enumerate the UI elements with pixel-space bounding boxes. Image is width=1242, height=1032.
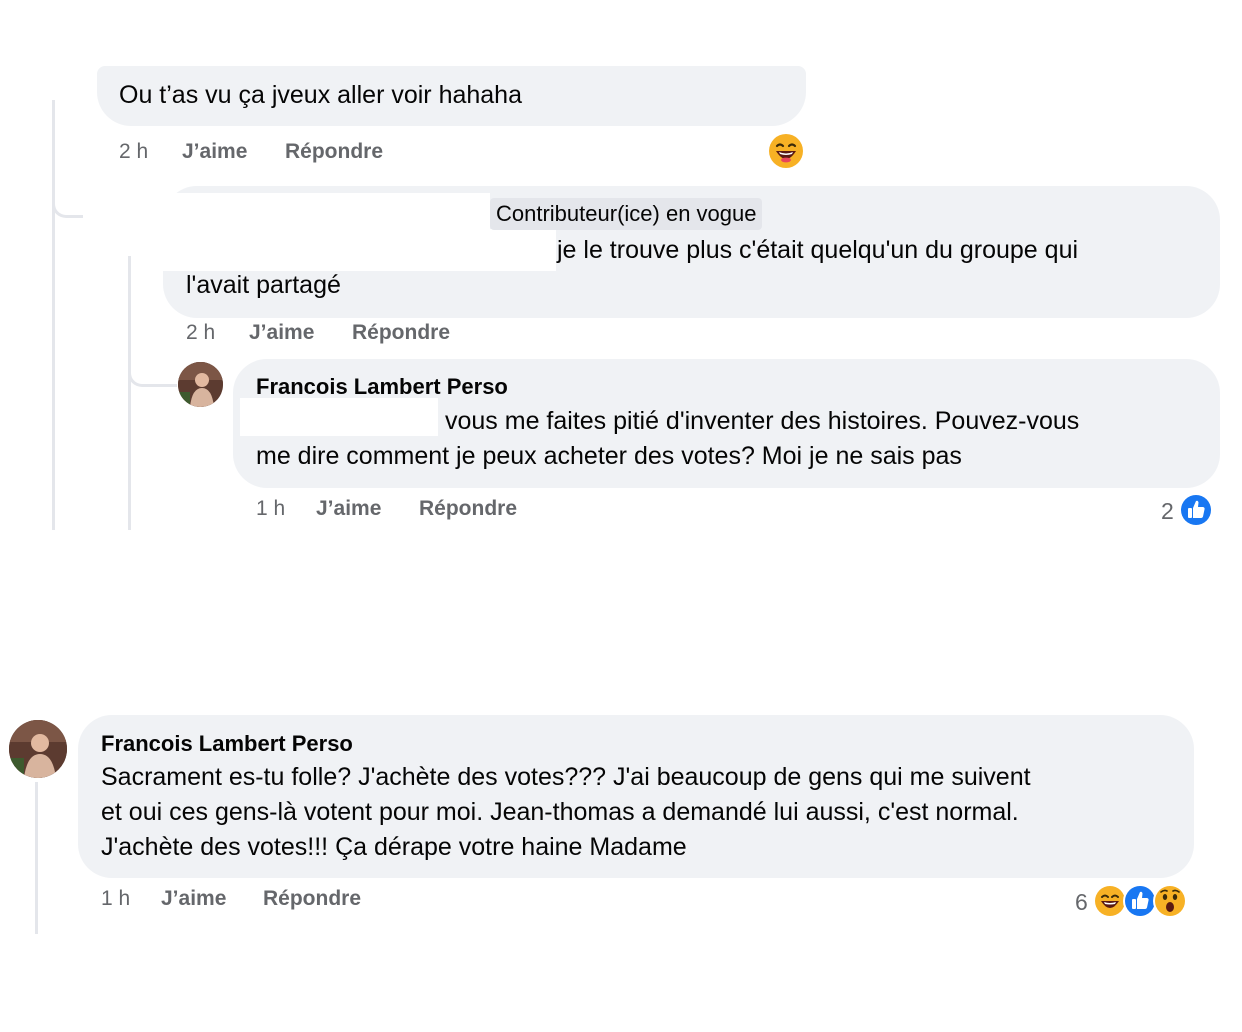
comment-time[interactable]: 1 h (101, 887, 130, 911)
avatar[interactable] (9, 720, 67, 778)
top-contributor-badge: Contributeur(ice) en vogue (490, 198, 763, 230)
comment-time[interactable]: 2 h (186, 321, 215, 345)
thread-line-outer (52, 100, 55, 530)
comment-text: Sacrament es-tu folle? J'achète des vote… (101, 763, 1031, 791)
comment-time[interactable]: 1 h (256, 497, 285, 521)
laugh-reaction-icon[interactable] (768, 133, 804, 169)
comment-text: et oui ces gens-là votent pour moi. Jean… (101, 798, 1019, 826)
comment-author[interactable]: Francois Lambert Perso (256, 374, 508, 400)
like-button[interactable]: J’aime (316, 497, 381, 521)
redacted-name (240, 398, 438, 436)
thread-elbow-outer (52, 175, 83, 218)
like-button[interactable]: J’aime (161, 887, 226, 911)
redacted-name (160, 229, 556, 271)
comment-text: J'achète des votes!!! Ça dérape votre ha… (101, 833, 687, 861)
reaction-count[interactable]: 2 (1161, 498, 1174, 525)
comment-author[interactable]: Francois Lambert Perso (101, 731, 353, 757)
avatar[interactable] (178, 362, 223, 407)
reply-button[interactable]: Répondre (352, 321, 450, 345)
comment-text: l'avait partagé (186, 271, 341, 299)
like-button[interactable]: J’aime (182, 140, 247, 164)
reply-button[interactable]: Répondre (419, 497, 517, 521)
wow-reaction-icon[interactable] (1152, 883, 1188, 919)
thread-elbow-inner (128, 350, 177, 387)
reply-button[interactable]: Répondre (285, 140, 383, 164)
comment-text: je le trouve plus c'était quelqu'un du g… (557, 236, 1079, 264)
reaction-count[interactable]: 6 (1075, 889, 1088, 916)
like-reaction-icon[interactable] (1178, 492, 1214, 528)
reply-button[interactable]: Répondre (263, 887, 361, 911)
comment-text: vous me faites pitié d'inventer des hist… (445, 407, 1080, 435)
comment-time[interactable]: 2 h (119, 140, 148, 164)
comment-text: me dire comment je peux acheter des vote… (256, 442, 962, 470)
thread-line-inner (128, 256, 131, 530)
comment-text: Ou t’as vu ça jveux aller voir hahaha (119, 81, 522, 109)
redacted-name (160, 193, 490, 229)
thread-line-bottom (35, 782, 38, 934)
like-button[interactable]: J’aime (249, 321, 314, 345)
